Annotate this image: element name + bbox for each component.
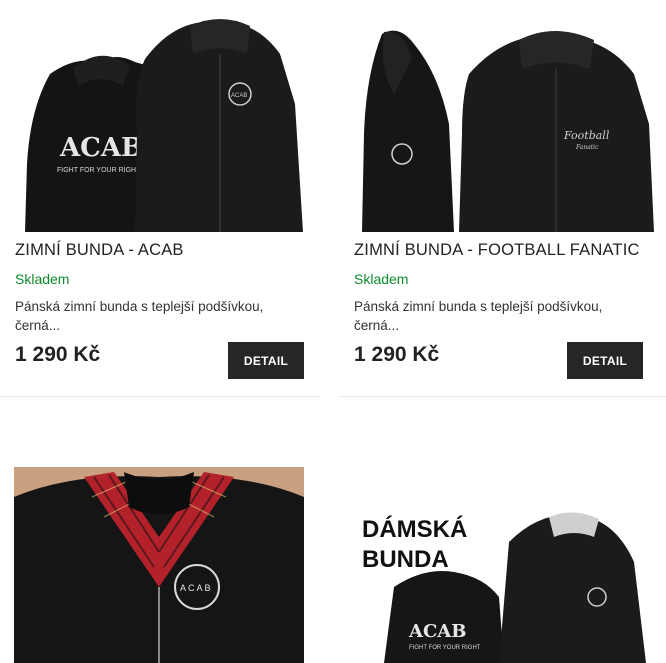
- product-title[interactable]: ZIMNÍ BUNDA - ACAB: [15, 241, 184, 260]
- logo-letters: A C A B: [180, 583, 211, 593]
- product-title[interactable]: ZIMNÍ BUNDA - FOOTBALL FANATIC: [354, 241, 640, 260]
- back-print-text: ACAB: [408, 621, 466, 642]
- harrington-jacket-illustration: A C A B: [14, 467, 304, 663]
- product-card-womens-jacket: DÁMSKÁ BUNDA ACAB FIGHT FOR YOUR RIGHT: [339, 440, 666, 663]
- football-jacket-illustration: Football Fanatic: [362, 30, 654, 232]
- detail-button[interactable]: DETAIL: [228, 342, 304, 379]
- product-image-harrington-jacket[interactable]: A C A B: [14, 467, 304, 663]
- product-price: 1 290 Kč: [354, 343, 440, 366]
- acab-jacket-illustration: ACAB FIGHT FOR YOUR RIGHT ACAB: [25, 19, 303, 232]
- product-card-harrington: A C A B: [0, 440, 321, 663]
- back-print-text: ACAB: [59, 133, 143, 163]
- detail-button[interactable]: DETAIL: [567, 342, 643, 379]
- headline-line-2: BUNDA: [362, 546, 449, 573]
- product-card-acab: ACAB FIGHT FOR YOUR RIGHT ACAB ZIMNÍ BUN…: [0, 0, 321, 397]
- product-image-acab-jacket[interactable]: ACAB FIGHT FOR YOUR RIGHT ACAB: [15, 14, 305, 232]
- product-price: 1 290 Kč: [15, 343, 101, 366]
- chest-logo-text: ACAB: [231, 93, 247, 99]
- product-image-womens-jacket[interactable]: DÁMSKÁ BUNDA ACAB FIGHT FOR YOUR RIGHT: [354, 467, 659, 663]
- womens-jacket-illustration: DÁMSKÁ BUNDA ACAB FIGHT FOR YOUR RIGHT: [362, 512, 646, 663]
- back-print-subtitle: FIGHT FOR YOUR RIGHT: [409, 645, 481, 651]
- stock-status: Skladem: [354, 271, 409, 287]
- stock-status: Skladem: [15, 271, 70, 287]
- chest-script-sub: Fanatic: [575, 144, 599, 151]
- headline-line-1: DÁMSKÁ: [362, 515, 467, 543]
- product-description: Pánská zimní bunda s teplejší podšívkou,…: [15, 299, 264, 333]
- chest-script-text: Football: [563, 129, 610, 142]
- back-print-subtitle: FIGHT FOR YOUR RIGHT: [57, 167, 141, 174]
- product-description: Pánská zimní bunda s teplejší podšívkou,…: [354, 299, 603, 333]
- product-image-football-jacket[interactable]: Football Fanatic: [354, 14, 659, 232]
- product-card-football-fanatic: Football Fanatic ZIMNÍ BUNDA - FOOTBALL …: [339, 0, 666, 397]
